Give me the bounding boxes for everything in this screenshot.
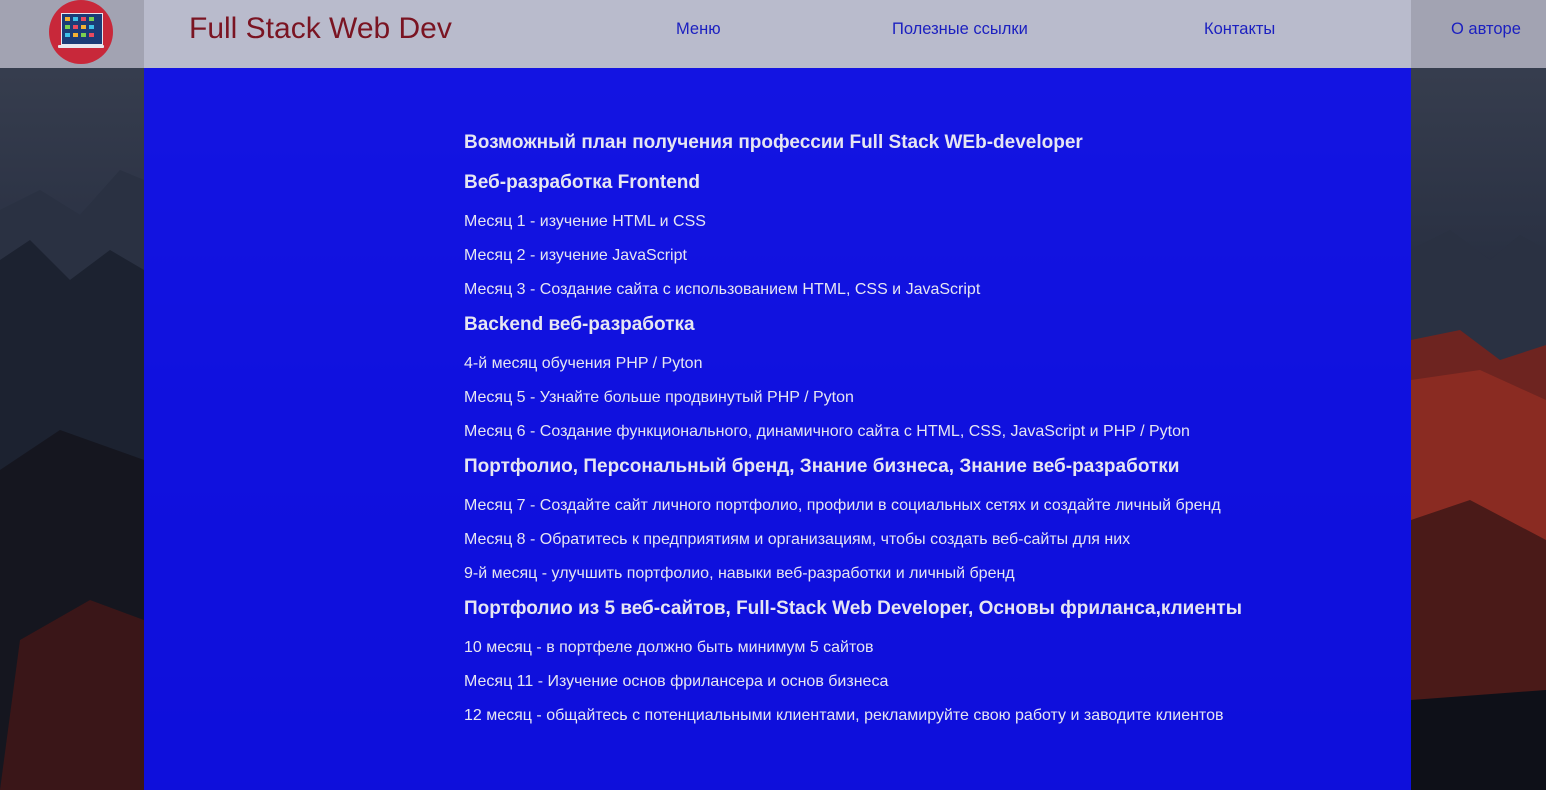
list-item: Месяц 6 - Создание функционального, дина… (464, 423, 1190, 440)
list-item: 4-й месяц обучения PHP / Pyton (464, 355, 703, 372)
nav-link-about-author[interactable]: О авторе (1451, 20, 1521, 39)
list-item: 12 месяц - общайтесь с потенциальными кл… (464, 707, 1224, 724)
nav-link-menu[interactable]: Меню (676, 20, 721, 39)
nav-link-useful-links[interactable]: Полезные ссылки (892, 20, 1028, 39)
career-plan: Возможный план получения профессии Full … (464, 132, 1364, 726)
list-item: Месяц 5 - Узнайте больше продвинутый PHP… (464, 389, 854, 406)
laptop-base (58, 45, 104, 48)
list-item: Месяц 3 - Создание сайта с использование… (464, 281, 981, 298)
section-title-frontend: Веб-разработка Frontend (464, 172, 700, 193)
nav-link-contacts[interactable]: Контакты (1204, 20, 1275, 39)
section-title-portfolio-brand: Портфолио, Персональный бренд, Знание би… (464, 456, 1180, 477)
site-title[interactable]: Full Stack Web Dev (189, 12, 452, 46)
page: Full Stack Web Dev Меню Полезные ссылки … (0, 0, 1546, 790)
list-item: Месяц 11 - Изучение основ фрилансера и о… (464, 673, 889, 690)
list-item: Месяц 1 - изучение HTML и CSS (464, 213, 706, 230)
site-logo[interactable] (49, 0, 113, 64)
list-item: Месяц 2 - изучение JavaScript (464, 247, 687, 264)
list-item: Месяц 7 - Создайте сайт личного портфоли… (464, 497, 1221, 514)
top-navigation-bar: Full Stack Web Dev Меню Полезные ссылки … (0, 0, 1546, 68)
list-item: Месяц 8 - Обратитесь к предприятиям и ор… (464, 531, 1131, 548)
plan-heading: Возможный план получения профессии Full … (464, 132, 1083, 153)
section-title-portfolio-freelance: Портфолио из 5 веб-сайтов, Full-Stack We… (464, 598, 1242, 619)
list-item: 9-й месяц - улучшить портфолио, навыки в… (464, 565, 1015, 582)
list-item: 10 месяц - в портфеле должно быть миниму… (464, 639, 874, 656)
laptop-apps-icon (61, 13, 103, 45)
content-panel: Возможный план получения профессии Full … (144, 68, 1411, 790)
section-title-backend: Backend веб-разработка (464, 314, 695, 335)
